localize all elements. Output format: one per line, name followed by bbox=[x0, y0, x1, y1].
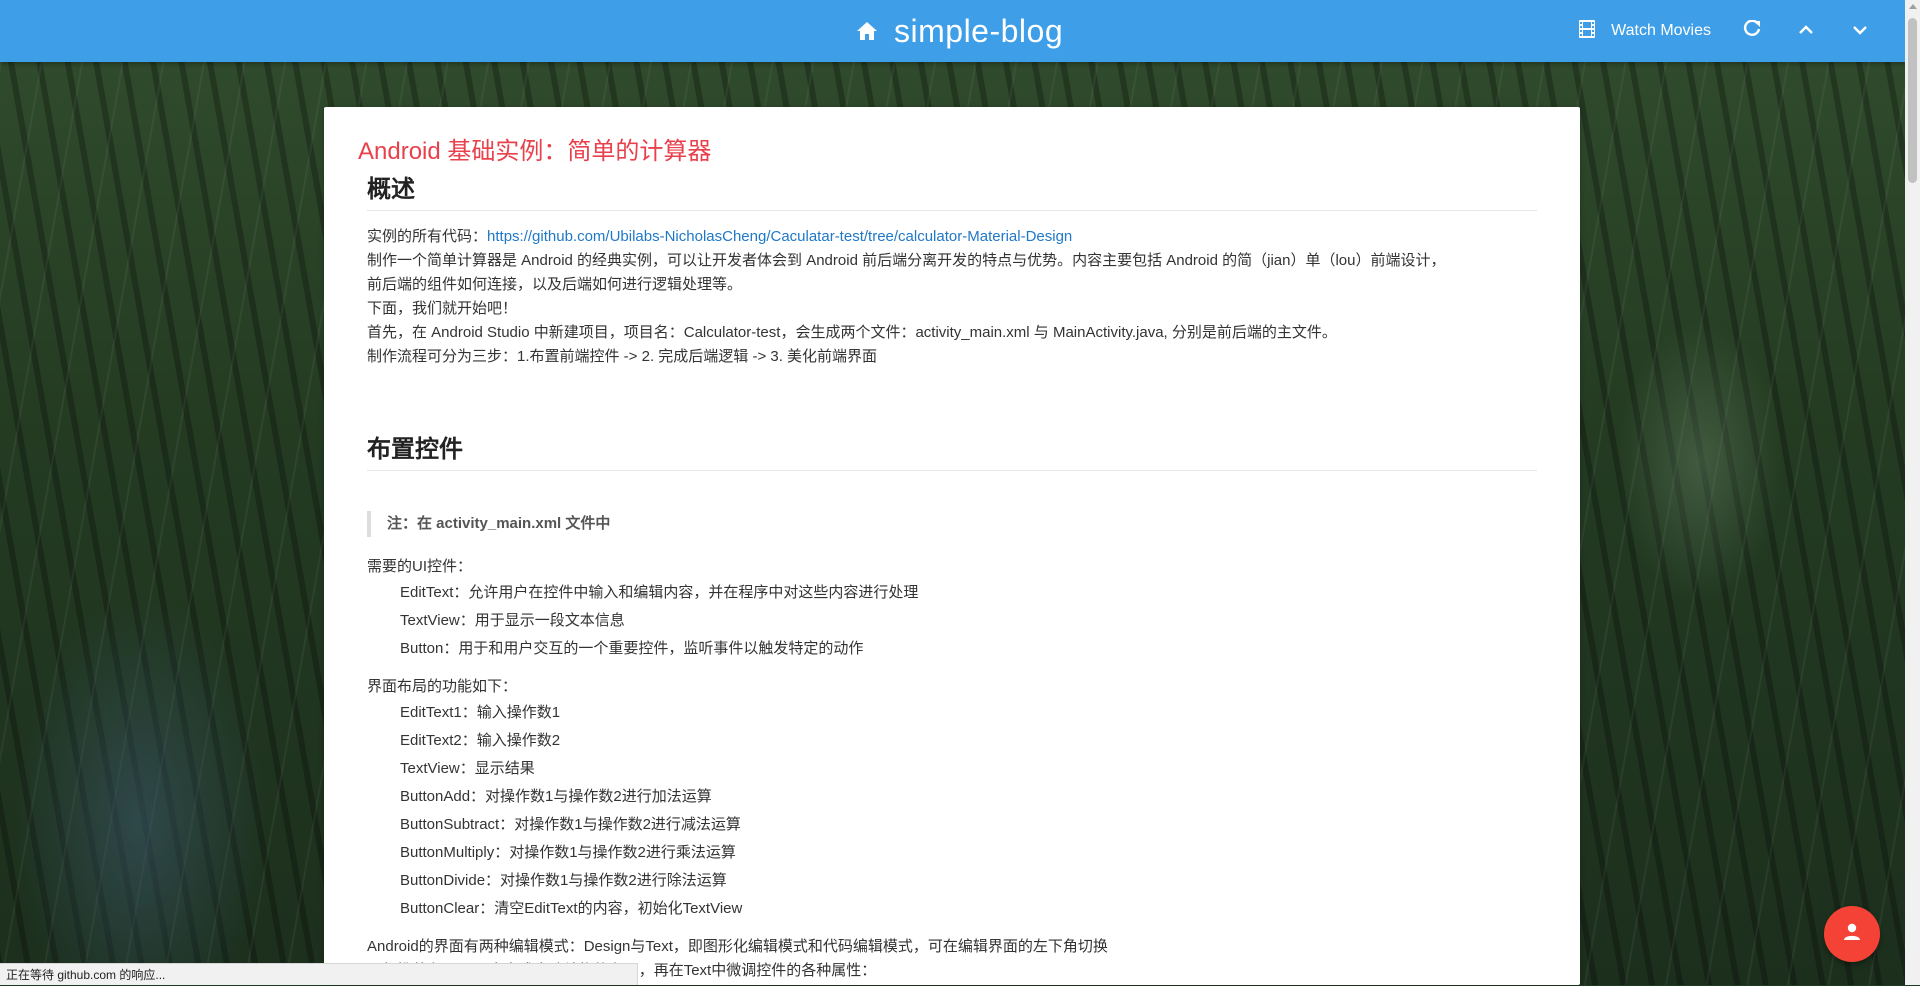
scroll-up-button[interactable] bbox=[1779, 0, 1833, 62]
toolbar-actions: Watch Movies bbox=[1565, 0, 1887, 62]
layout-functions-title: 界面布局的功能如下： bbox=[367, 678, 518, 695]
note-blockquote: 注：在 activity_main.xml 文件中 bbox=[367, 511, 1537, 537]
top-app-bar: simple-blog Watch Movies bbox=[0, 0, 1905, 62]
list-item: ButtonMultiply：对操作数1与操作数2进行乘法运算 bbox=[400, 844, 736, 861]
brand[interactable]: simple-blog bbox=[856, 0, 1063, 62]
code-link[interactable]: https://github.com/Ubilabs-NicholasCheng… bbox=[487, 228, 1072, 245]
post-body: 概述 实例的所有代码：https://github.com/Ubilabs-Ni… bbox=[367, 169, 1537, 983]
scrollbar-thumb[interactable] bbox=[1908, 18, 1917, 183]
list-item: EditText1：输入操作数1 bbox=[400, 704, 561, 721]
site-title[interactable]: simple-blog bbox=[894, 13, 1063, 50]
list-item: TextView：用于显示一段文本信息 bbox=[400, 612, 625, 629]
refresh-icon bbox=[1743, 19, 1761, 43]
film-icon bbox=[1579, 19, 1596, 43]
list-item: Button：用于和用户交互的一个重要控件，监听事件以触发特定的动作 bbox=[400, 640, 864, 657]
layout-section: 布置控件 注：在 activity_main.xml 文件中 需要的UI控件： … bbox=[367, 429, 1537, 983]
overview-heading: 概述 bbox=[367, 169, 1537, 211]
post-card: Android 基础实例：简单的计算器 概述 实例的所有代码：https://g… bbox=[324, 107, 1580, 985]
refresh-button[interactable] bbox=[1725, 0, 1779, 62]
scroll-arrow-up-icon[interactable] bbox=[1909, 4, 1917, 9]
user-fab-button[interactable] bbox=[1824, 906, 1880, 962]
paragraph-line: Android的界面有两种编辑模式：Design与Text，即图形化编辑模式和代… bbox=[367, 938, 1108, 955]
overview-line: 制作一个简单计算器是 Android 的经典实例，可以让开发者体会到 Andro… bbox=[367, 252, 1446, 269]
code-prefix: 实例的所有代码： bbox=[367, 228, 488, 245]
home-icon[interactable] bbox=[856, 21, 878, 41]
list-item: ButtonAdd：对操作数1与操作数2进行加法运算 bbox=[400, 788, 712, 805]
scroll-down-button[interactable] bbox=[1833, 0, 1887, 62]
layout-heading: 布置控件 bbox=[367, 429, 1537, 471]
browser-status-bar: 正在等待 github.com 的响应... bbox=[0, 963, 638, 985]
chevron-up-icon bbox=[1798, 22, 1814, 40]
ui-controls-list: 需要的UI控件： EditText：允许用户在控件中输入和编辑内容，并在程序中对… bbox=[367, 555, 1537, 663]
list-item: ButtonDivide：对操作数1与操作数2进行除法运算 bbox=[400, 872, 727, 889]
code-line: 实例的所有代码：https://github.com/Ubilabs-Nicho… bbox=[367, 225, 1537, 249]
overview-section: 概述 实例的所有代码：https://github.com/Ubilabs-Ni… bbox=[367, 169, 1537, 429]
list-item: EditText2：输入操作数2 bbox=[400, 732, 561, 749]
overview-line: 前后端的组件如何连接，以及后端如何进行逻辑处理等。 bbox=[367, 276, 743, 293]
overview-line: 下面，我们就开始吧！ bbox=[367, 300, 518, 317]
list-item: TextView：显示结果 bbox=[400, 760, 535, 777]
post-title: Android 基础实例：简单的计算器 bbox=[358, 138, 712, 165]
overview-line: 制作流程可分为三步：1.布置前端控件 -> 2. 完成后端逻辑 -> 3. 美化… bbox=[367, 348, 878, 365]
chevron-down-icon bbox=[1852, 22, 1868, 40]
list-item: EditText：允许用户在控件中输入和编辑内容，并在程序中对这些内容进行处理 bbox=[400, 584, 919, 601]
person-icon bbox=[1842, 922, 1862, 947]
list-item: ButtonClear：清空EditText的内容，初始化TextView bbox=[400, 900, 743, 917]
overview-text: 实例的所有代码：https://github.com/Ubilabs-Nicho… bbox=[367, 225, 1537, 369]
list-item: ButtonSubtract：对操作数1与操作数2进行减法运算 bbox=[400, 816, 741, 833]
watch-movies-label: Watch Movies bbox=[1611, 22, 1711, 39]
vertical-scrollbar[interactable] bbox=[1905, 0, 1920, 985]
layout-functions-list: 界面布局的功能如下： EditText1：输入操作数1 EditText2：输入… bbox=[367, 675, 1537, 923]
ui-controls-title: 需要的UI控件： bbox=[367, 558, 473, 575]
watch-movies-button[interactable]: Watch Movies bbox=[1565, 0, 1725, 62]
overview-line: 首先，在 Android Studio 中新建项目，项目名：Calculator… bbox=[367, 324, 1337, 341]
